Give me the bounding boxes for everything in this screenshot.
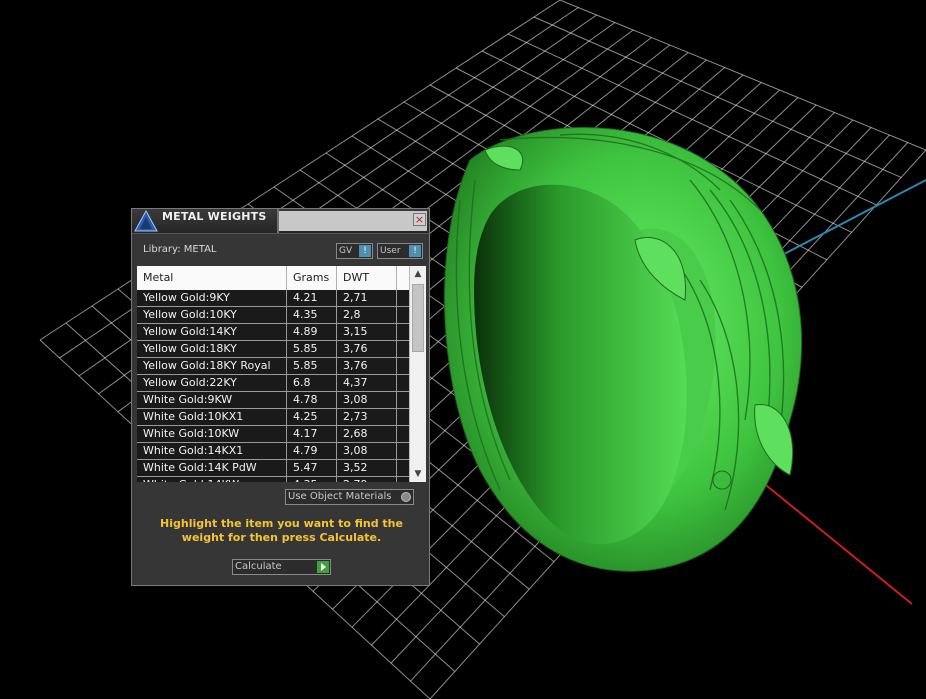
header-grams[interactable]: Grams — [287, 266, 337, 290]
table-row[interactable]: Yellow Gold:10KY 4.35 2,8 — [137, 307, 409, 324]
cell-dwt: 2,71 — [337, 290, 397, 306]
cell-grams: 4.35 — [287, 307, 337, 323]
table-scrollbar[interactable]: ▲ ▼ — [409, 266, 426, 482]
cell-metal: White Gold:10KX1 — [137, 409, 287, 425]
play-arrow-icon — [317, 561, 329, 573]
title-bar-fill — [279, 211, 427, 231]
gv-indicator-icon: ! — [359, 245, 371, 257]
cell-metal: Yellow Gold:18KY — [137, 341, 287, 357]
cell-grams: 4.78 — [287, 392, 337, 408]
user-button[interactable]: User ! — [377, 243, 423, 259]
cell-grams: 4.17 — [287, 426, 337, 442]
scroll-down-icon[interactable]: ▼ — [410, 466, 426, 482]
user-indicator-icon: ! — [409, 245, 421, 257]
table-row[interactable]: Yellow Gold:18KY 5.85 3,76 — [137, 341, 409, 358]
cell-grams: 4.35 — [287, 477, 337, 482]
metal-weights-panel: METAL WEIGHTS × Library: METAL GV ! User… — [131, 208, 430, 586]
app-logo-icon — [134, 210, 158, 232]
radio-icon — [401, 492, 411, 502]
cell-metal: Yellow Gold:22KY — [137, 375, 287, 391]
metal-table: Metal Grams DWT Yellow Gold:9KY 4.21 2,71 Y… — [137, 266, 426, 482]
cell-dwt: 3,08 — [337, 392, 397, 408]
calculate-label: Calculate — [235, 561, 282, 572]
cell-metal: Yellow Gold:18KY Royal — [137, 358, 287, 374]
cell-dwt: 3,76 — [337, 358, 397, 374]
cell-metal: White Gold:14KW — [137, 477, 287, 482]
cell-dwt: 2,79 — [337, 477, 397, 482]
cell-grams: 4.25 — [287, 409, 337, 425]
table-body: Yellow Gold:9KY 4.21 2,71 Yellow Gold:10KY 4… — [137, 290, 409, 482]
use-object-materials-toggle[interactable]: Use Object Materials — [285, 489, 414, 505]
cell-grams: 4.79 — [287, 443, 337, 459]
table-row[interactable]: White Gold:14K PdW 5.47 3,52 — [137, 460, 409, 477]
gv-label: GV — [339, 246, 353, 256]
cell-metal: White Gold:9KW — [137, 392, 287, 408]
table-row[interactable]: White Gold:10KW 4.17 2,68 — [137, 426, 409, 443]
cell-metal: Yellow Gold:10KY — [137, 307, 287, 323]
header-metal[interactable]: Metal — [137, 266, 287, 290]
cell-metal: White Gold:10KW — [137, 426, 287, 442]
table-row[interactable]: Yellow Gold:22KY 6.8 4,37 — [137, 375, 409, 392]
panel-title: METAL WEIGHTS — [162, 210, 267, 223]
cell-metal: Yellow Gold:9KY — [137, 290, 287, 306]
cell-dwt: 2,68 — [337, 426, 397, 442]
panel-titlebar[interactable]: METAL WEIGHTS × — [132, 209, 429, 234]
cell-dwt: 3,76 — [337, 341, 397, 357]
cell-grams: 4.21 — [287, 290, 337, 306]
library-label: Library: METAL — [143, 244, 217, 255]
cell-dwt: 2,8 — [337, 307, 397, 323]
table-row[interactable]: Yellow Gold:9KY 4.21 2,71 — [137, 290, 409, 307]
table-row[interactable]: Yellow Gold:14KY 4.89 3,15 — [137, 324, 409, 341]
calculate-button[interactable]: Calculate — [232, 559, 331, 575]
gv-button[interactable]: GV ! — [336, 243, 373, 259]
cell-metal: White Gold:14K PdW — [137, 460, 287, 476]
header-dwt[interactable]: DWT — [337, 266, 397, 290]
table-row[interactable]: White Gold:9KW 4.78 3,08 — [137, 392, 409, 409]
user-label: User — [380, 246, 401, 256]
cell-dwt: 3,15 — [337, 324, 397, 340]
scrollbar-thumb[interactable] — [412, 284, 424, 352]
use-object-materials-label: Use Object Materials — [288, 491, 392, 502]
table-row[interactable]: White Gold:14KW4.352,79 — [137, 477, 409, 482]
bark-knot — [712, 470, 732, 490]
cell-dwt: 4,37 — [337, 375, 397, 391]
cell-dwt: 2,73 — [337, 409, 397, 425]
cell-metal: White Gold:14KX1 — [137, 443, 287, 459]
cell-dwt: 3,52 — [337, 460, 397, 476]
table-row[interactable]: Yellow Gold:18KY Royal 5.85 3,76 — [137, 358, 409, 375]
scroll-up-icon[interactable]: ▲ — [410, 266, 426, 282]
cell-grams: 5.85 — [287, 341, 337, 357]
cell-grams: 4.89 — [287, 324, 337, 340]
hint-text: Highlight the item you want to find the … — [160, 517, 403, 544]
cell-grams: 5.85 — [287, 358, 337, 374]
cell-dwt: 3,08 — [337, 443, 397, 459]
table-row[interactable]: White Gold:10KX1 4.25 2,73 — [137, 409, 409, 426]
table-header: Metal Grams DWT — [137, 266, 409, 290]
cell-metal: Yellow Gold:14KY — [137, 324, 287, 340]
table-row[interactable]: White Gold:14KX1 4.79 3,08 — [137, 443, 409, 460]
close-icon[interactable]: × — [413, 213, 426, 226]
cell-grams: 6.8 — [287, 375, 337, 391]
cell-grams: 5.47 — [287, 460, 337, 476]
